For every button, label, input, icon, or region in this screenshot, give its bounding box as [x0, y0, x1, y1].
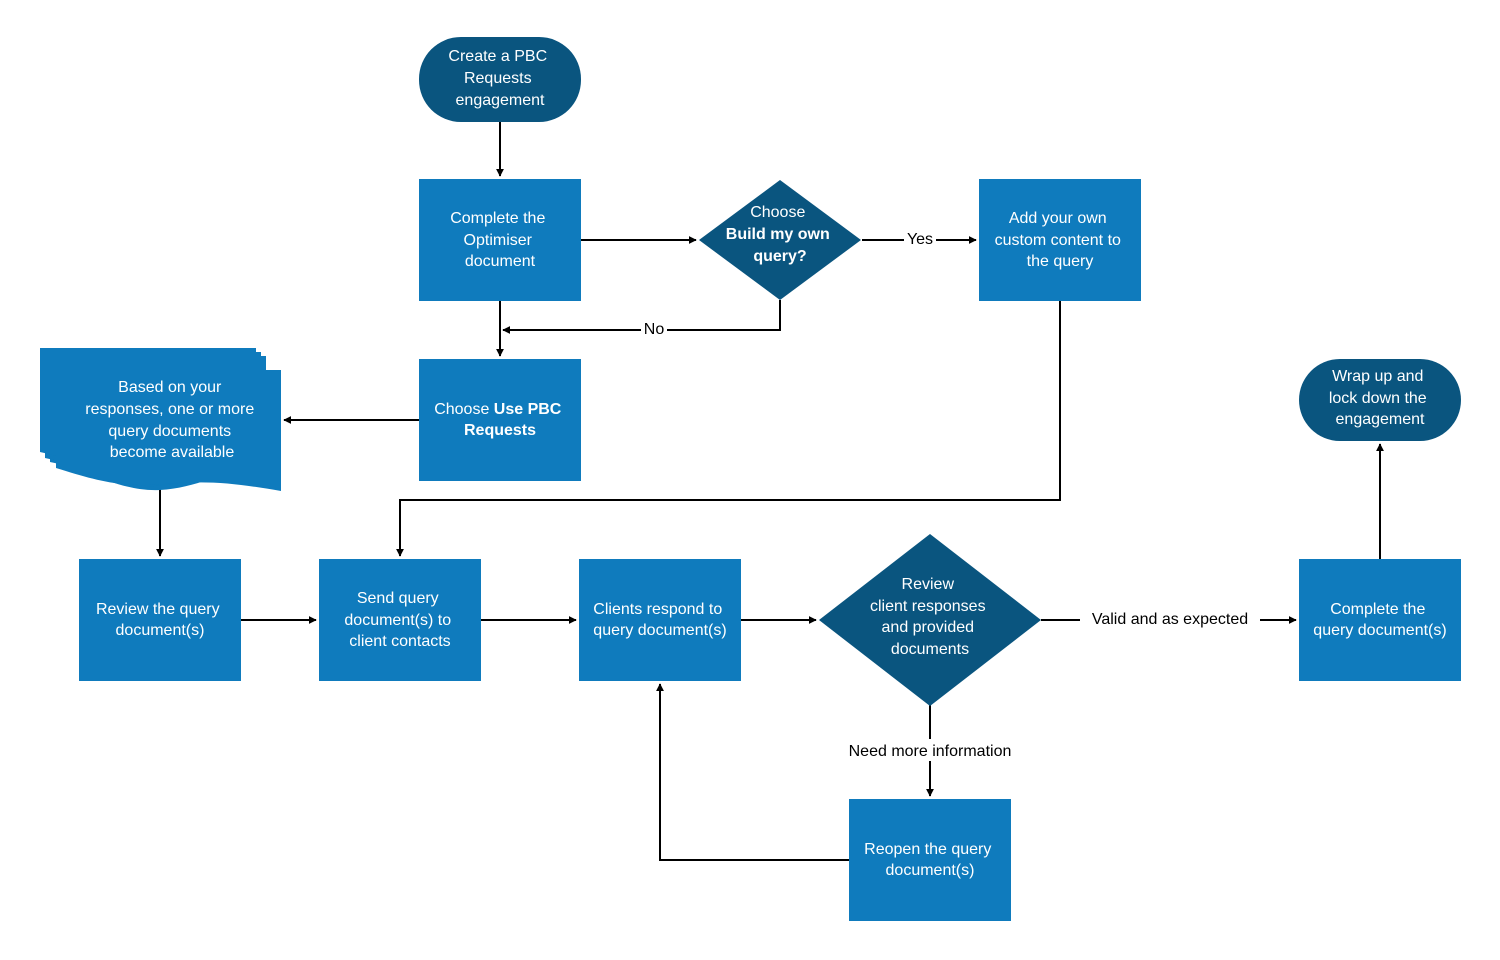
- node-decision-review-line: documents: [891, 641, 969, 658]
- node-complete-line: query document(s): [1313, 622, 1446, 639]
- flowchart: Yes No Valid and as expected Need more i…: [40, 37, 1461, 921]
- edge-label-need-more: Need more information: [849, 743, 1012, 760]
- node-review-line: Review the query: [96, 601, 220, 618]
- node-use-pbc-bold: Use PBC: [494, 401, 562, 418]
- node-decision-build: Choose Build my own query?: [699, 180, 861, 300]
- node-wrap-up-line: Wrap up and: [1332, 368, 1423, 385]
- node-complete-line: Complete the: [1330, 601, 1425, 618]
- node-start: Create a PBC Requests engagement: [419, 37, 581, 122]
- node-start-line: engagement: [456, 92, 546, 109]
- node-custom-line: Add your own: [1009, 210, 1107, 227]
- edge-reopen-to-clients: [656, 683, 849, 861]
- node-clients-respond-line: query document(s): [593, 622, 726, 639]
- node-reopen-line: Reopen the query: [864, 841, 991, 858]
- node-wrap-up-line: lock down the: [1329, 390, 1427, 407]
- node-custom-line: custom content to: [995, 232, 1121, 249]
- node-decision-build-line: query?: [753, 248, 806, 265]
- node-optimiser-line: document: [465, 253, 536, 270]
- node-send-line: document(s) to: [344, 612, 451, 629]
- node-reopen: Reopen the query document(s): [849, 799, 1011, 921]
- node-custom-line: the query: [1027, 253, 1094, 270]
- node-clients-respond: Clients respond to query document(s): [579, 559, 741, 681]
- node-complete: Complete the query document(s): [1299, 559, 1461, 681]
- node-reopen-line: document(s): [886, 862, 975, 879]
- node-query-docs-line: Based on your: [118, 379, 222, 396]
- node-wrap-up-line: engagement: [1336, 411, 1426, 428]
- node-custom: Add your own custom content to the query: [979, 179, 1141, 301]
- edge-label-yes: Yes: [907, 231, 933, 248]
- node-start-line: Requests: [464, 70, 532, 87]
- svg-text:Send query document(s) t: Send query document(s) to client contact…: [344, 590, 455, 650]
- node-decision-build-line: Build my own: [726, 226, 830, 243]
- node-optimiser-line: Complete the: [450, 210, 545, 227]
- node-clients-respond-line: Clients respond to: [593, 601, 722, 618]
- node-optimiser: Complete the Optimiser document: [419, 179, 581, 301]
- node-decision-review: Review client responses and provided doc…: [819, 534, 1041, 706]
- svg-text:Complete the Optimiser: Complete the Optimiser document: [450, 210, 550, 270]
- edge-label-valid: Valid and as expected: [1092, 611, 1248, 628]
- node-query-docs-line: query documents: [108, 423, 231, 440]
- node-decision-build-line: Choose: [750, 204, 805, 221]
- node-use-pbc: Choose Use PBC Requests: [419, 359, 581, 481]
- node-query-docs: Based on your responses, one or more que…: [40, 348, 281, 491]
- node-decision-review-line: and provided: [882, 619, 975, 636]
- node-wrap-up: Wrap up and lock down the engagement: [1299, 359, 1461, 441]
- node-send-line: Send query: [357, 590, 439, 607]
- node-decision-review-line: Review: [902, 576, 955, 593]
- node-decision-review-line: client responses: [870, 598, 986, 615]
- node-query-docs-line: become available: [110, 444, 235, 461]
- node-start-line: Create a PBC: [448, 48, 547, 65]
- node-review: Review the query document(s): [79, 559, 241, 681]
- edge-label-no: No: [644, 321, 665, 338]
- node-use-pbc-bold: Requests: [464, 422, 536, 439]
- node-use-pbc-prefix: Choose: [434, 401, 494, 418]
- node-query-docs-line: responses, one or more: [85, 401, 254, 418]
- node-send: Send query document(s) to client contact…: [319, 559, 481, 681]
- svg-text:Wrap up and lock down th: Wrap up and lock down the engagement: [1329, 368, 1431, 428]
- node-send-line: client contacts: [349, 633, 450, 650]
- node-optimiser-line: Optimiser: [464, 232, 533, 249]
- node-review-line: document(s): [116, 622, 205, 639]
